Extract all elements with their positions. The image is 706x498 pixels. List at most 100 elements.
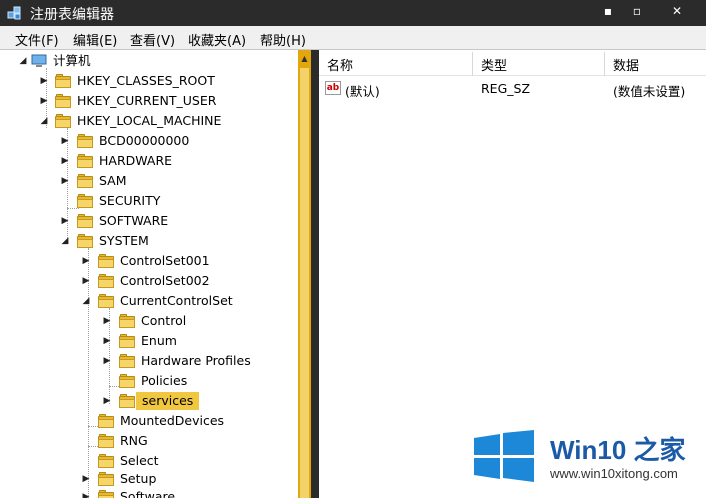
folder-icon [98,472,114,486]
collapse-arrow-icon[interactable]: ◢ [60,232,70,250]
tree-node-mounteddevices[interactable]: MountedDevices [0,412,290,430]
expand-arrow-icon[interactable]: ▶ [81,272,91,290]
tree-node-hardware[interactable]: ▶ HARDWARE [0,152,290,170]
collapse-arrow-icon[interactable]: ◢ [81,292,91,310]
tree-node-label: HKEY_CLASSES_ROOT [77,73,215,88]
expand-arrow-icon[interactable]: ▶ [60,132,70,150]
tree-node-rng[interactable]: RNG [0,432,290,450]
tree-node-label: SAM [99,173,127,188]
tree-node-label: RNG [120,433,148,448]
tree-node-controlset002[interactable]: ▶ ControlSet002 [0,272,290,290]
tree-node-label-selected: services [136,392,200,410]
tree-node-hklm[interactable]: ◢ HKEY_LOCAL_MACHINE [0,112,290,130]
tree-node-software-sub[interactable]: ▶ Software [0,488,290,498]
column-header-type[interactable]: 类型 [481,55,507,74]
tree-node-hardware-profiles[interactable]: ▶ Hardware Profiles [0,352,290,370]
expand-arrow-icon[interactable]: ▶ [102,392,112,410]
tree-node-label: Enum [141,333,177,348]
tree-node-label: Hardware Profiles [141,353,251,368]
column-header-name[interactable]: 名称 [327,55,353,74]
expand-arrow-icon[interactable]: ▶ [81,470,91,488]
list-header: 名称 类型 数据 [319,50,706,76]
window-title: 注册表编辑器 [30,7,114,23]
scrollbar-thumb[interactable] [300,68,309,498]
tree-node-label: ControlSet002 [120,273,210,288]
expand-arrow-icon[interactable]: ▶ [102,352,112,370]
menu-favorites[interactable]: 收藏夹(A) [188,30,246,49]
folder-icon [98,254,114,268]
expand-arrow-icon[interactable]: ▶ [39,92,49,110]
tree-node-hkcr[interactable]: ▶ HKEY_CLASSES_ROOT [0,72,290,90]
tree-node-services[interactable]: ▶ services [0,392,290,410]
column-divider[interactable] [472,52,473,76]
folder-icon [77,134,93,148]
expand-arrow-icon[interactable]: ▶ [39,72,49,90]
tree-node-label: HKEY_LOCAL_MACHINE [77,113,222,128]
folder-icon [77,154,93,168]
tree-node-bcd[interactable]: ▶ BCD00000000 [0,132,290,150]
expand-arrow-icon[interactable]: ▶ [60,172,70,190]
windows-logo-icon [474,430,534,482]
collapse-arrow-icon[interactable]: ◢ [39,112,49,130]
folder-icon [119,314,135,328]
tree-node-system[interactable]: ◢ SYSTEM [0,232,290,250]
folder-icon [98,434,114,448]
folder-open-icon [55,114,71,128]
minimize-button[interactable]: ▪ [593,2,623,22]
tree-node-software[interactable]: ▶ SOFTWARE [0,212,290,230]
scroll-up-arrow-icon[interactable]: ▲ [298,52,311,66]
menu-file[interactable]: 文件(F) [15,30,59,49]
folder-icon [77,214,93,228]
tree-node-policies[interactable]: Policies [0,372,290,390]
tree-node-hkcu[interactable]: ▶ HKEY_CURRENT_USER [0,92,290,110]
menu-bar: 文件(F) 编辑(E) 查看(V) 收藏夹(A) 帮助(H) [0,26,706,50]
expand-arrow-icon[interactable]: ▶ [102,312,112,330]
tree-node-sam[interactable]: ▶ SAM [0,172,290,190]
folder-icon [119,374,135,388]
tree-node-enum[interactable]: ▶ Enum [0,332,290,350]
pane-splitter[interactable] [311,50,319,498]
tree-node-controlset001[interactable]: ▶ ControlSet001 [0,252,290,270]
expand-arrow-icon[interactable]: ▶ [60,212,70,230]
menu-edit[interactable]: 编辑(E) [73,30,117,49]
folder-icon [77,174,93,188]
expand-arrow-icon[interactable]: ▶ [60,152,70,170]
folder-icon [98,414,114,428]
tree-node-label: CurrentControlSet [120,293,233,308]
title-bar: 注册表编辑器 ▪ ▫ ✕ [0,0,706,26]
expand-arrow-icon[interactable]: ▶ [81,488,91,498]
tree-node-computer[interactable]: ◢ 计算机 [0,52,290,70]
menu-help[interactable]: 帮助(H) [260,30,306,49]
close-button[interactable]: ✕ [662,2,692,22]
tree-node-label: 计算机 [53,53,91,68]
tree-node-currentcontrolset[interactable]: ◢ CurrentControlSet [0,292,290,310]
maximize-button[interactable]: ▫ [622,2,652,22]
expand-arrow-icon[interactable]: ▶ [102,332,112,350]
tree-node-label: SECURITY [99,193,161,208]
tree-node-label: Software [120,489,176,498]
column-header-data[interactable]: 数据 [613,55,639,74]
value-type: REG_SZ [481,81,531,96]
expand-arrow-icon[interactable]: ▶ [81,252,91,270]
menu-view[interactable]: 查看(V) [130,30,175,49]
folder-open-icon [77,234,93,248]
collapse-arrow-icon[interactable]: ◢ [18,52,28,70]
registry-tree[interactable]: ◢ 计算机 ▶ HKEY_CLASSES_ROOT ▶ HKEY_CURRENT… [0,50,311,498]
tree-node-label: Select [120,453,159,468]
tree-node-label: Control [141,313,187,328]
tree-node-label: Policies [141,373,188,388]
string-value-icon: ab [325,81,341,95]
tree-node-control[interactable]: ▶ Control [0,312,290,330]
folder-icon [119,394,135,408]
folder-icon [98,454,114,468]
tree-node-setup[interactable]: ▶ Setup [0,470,290,488]
tree-node-label: HKEY_CURRENT_USER [77,93,217,108]
list-item[interactable]: ab (默认) REG_SZ (数值未设置) [319,79,706,99]
folder-icon [119,334,135,348]
tree-node-select[interactable]: Select [0,452,290,470]
tree-node-label: SYSTEM [99,233,149,248]
column-divider[interactable] [604,52,605,76]
tree-node-security[interactable]: SECURITY [0,192,290,210]
tree-node-label: Setup [120,471,157,486]
tree-scrollbar[interactable]: ▲ [298,50,311,498]
